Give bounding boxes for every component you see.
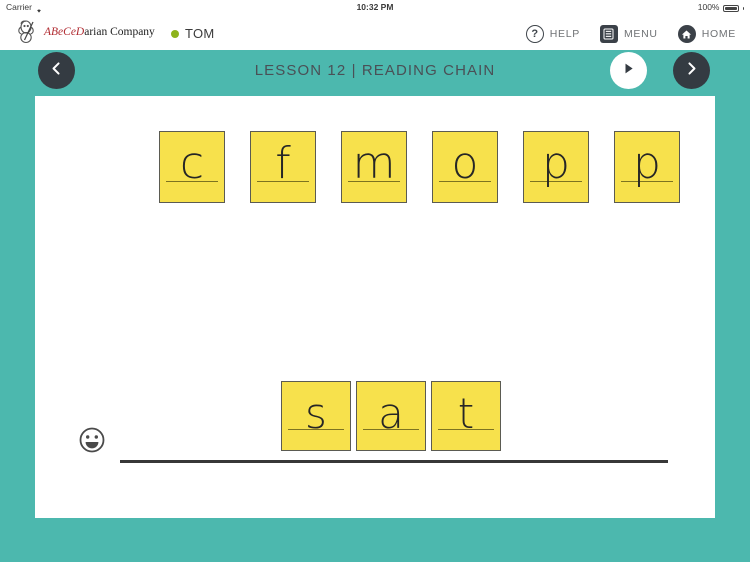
brand-wordmark-red: ABeCeD	[44, 26, 85, 38]
battery-full-icon	[722, 4, 739, 12]
letter-tile[interactable]: p	[614, 131, 680, 203]
chevron-right-icon	[684, 61, 699, 81]
menu-button[interactable]: MENU	[599, 25, 658, 43]
status-bar-right: 100%	[698, 0, 744, 14]
menu-button-label: MENU	[623, 28, 658, 40]
user-status-dot-icon	[171, 29, 179, 38]
letter-tile-row-source: c f m o p p	[159, 131, 680, 203]
app-header: ABeCeDarian Company TOM ? HELP MENU HOME	[0, 14, 750, 50]
tile-letter: c	[179, 138, 205, 189]
letter-tile[interactable]: p	[523, 131, 589, 203]
current-user[interactable]: TOM	[171, 26, 215, 41]
abecedarian-logo-icon	[14, 18, 42, 46]
brand-wordmark-black: arian Company	[84, 26, 155, 38]
help-button-label: HELP	[549, 28, 580, 40]
letter-tile[interactable]: a	[356, 381, 426, 451]
previous-button[interactable]	[38, 52, 75, 89]
letter-tile-row-word: s a t	[281, 381, 501, 451]
home-button[interactable]: HOME	[677, 25, 736, 43]
letter-tile[interactable]: f	[250, 131, 316, 203]
home-icon	[677, 25, 696, 43]
app-screen: Carrier 10:32 PM 100% ABeCeDarian Compan…	[0, 0, 750, 562]
tile-letter: a	[378, 389, 404, 438]
user-name-label: TOM	[185, 26, 215, 41]
header-actions: ? HELP MENU HOME	[525, 25, 736, 43]
tile-letter: m	[352, 138, 396, 189]
ios-status-bar: Carrier 10:32 PM 100%	[0, 0, 750, 14]
tile-letter: f	[275, 138, 291, 189]
tile-letter: p	[633, 138, 661, 189]
tile-letter: o	[451, 138, 479, 189]
next-button[interactable]	[673, 52, 710, 89]
status-bar-clock: 10:32 PM	[356, 2, 394, 12]
activity-card: c f m o p p s a t	[35, 96, 715, 518]
menu-list-icon	[599, 25, 618, 43]
letter-tile[interactable]: t	[431, 381, 501, 451]
play-icon	[621, 61, 636, 81]
letter-tile[interactable]: m	[341, 131, 407, 203]
play-button[interactable]	[610, 52, 647, 89]
brand-wordmark: ABeCeDarian Company	[44, 26, 155, 38]
letter-tile[interactable]: c	[159, 131, 225, 203]
letter-tile[interactable]: o	[432, 131, 498, 203]
tile-letter: s	[305, 389, 327, 438]
smiley-face-icon[interactable]	[78, 426, 106, 454]
writing-line	[120, 460, 668, 463]
home-button-label: HOME	[701, 28, 736, 40]
battery-percent-label: 100%	[697, 2, 720, 12]
chevron-left-icon	[49, 61, 64, 81]
tile-letter: p	[542, 138, 570, 189]
letter-tile[interactable]: s	[281, 381, 351, 451]
question-mark-icon: ?	[525, 25, 544, 43]
help-button[interactable]: ? HELP	[525, 25, 580, 43]
tile-letter: t	[457, 389, 475, 438]
brand-logo[interactable]: ABeCeDarian Company	[14, 18, 155, 46]
